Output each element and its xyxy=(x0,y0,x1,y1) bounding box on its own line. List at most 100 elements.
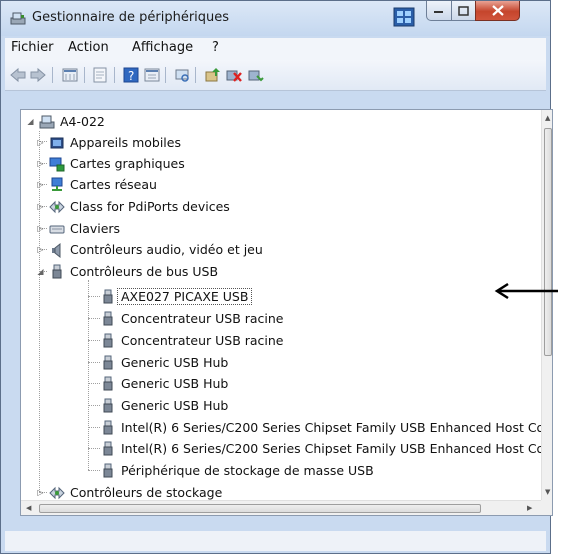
tree-item-label: Cartes graphiques xyxy=(70,156,185,171)
scroll-up-icon[interactable]: ▲ xyxy=(545,114,550,122)
tree-item-label: Contrôleurs de bus USB xyxy=(70,264,219,279)
tree-child-label: Generic USB Hub xyxy=(121,376,229,391)
collapsed-triangle-icon[interactable]: ▷ xyxy=(35,224,46,233)
tree-child-label: Concentrateur USB racine xyxy=(121,333,284,348)
expanded-triangle-icon[interactable]: ◢ xyxy=(35,267,46,276)
tree-child-intel-host[interactable]: Intel(R) 6 Series/C200 Series Chipset Fa… xyxy=(100,417,544,438)
tree-child-mass-storage[interactable]: Périphérique de stockage de masse USB xyxy=(100,460,374,481)
tree-item-appareils-mobiles[interactable]: ▷ Appareils mobiles xyxy=(35,132,181,153)
network-adapter-icon xyxy=(51,177,63,191)
tree-child-label: Generic USB Hub xyxy=(121,355,229,370)
collapsed-triangle-icon[interactable]: ▷ xyxy=(35,138,46,147)
collapsed-triangle-icon[interactable]: ▷ xyxy=(35,245,46,254)
close-button[interactable] xyxy=(475,1,520,21)
tree-item-cartes-graphiques[interactable]: ▷ Cartes graphiques xyxy=(35,153,185,174)
usb-device-icon xyxy=(103,333,113,347)
collapsed-triangle-icon[interactable]: ▷ xyxy=(35,202,46,211)
title-bar[interactable]: Gestionnaire de périphériques xyxy=(1,1,550,36)
uninstall-device-icon[interactable] xyxy=(247,66,265,84)
usb-device-icon xyxy=(103,355,113,369)
usb-device-icon xyxy=(103,398,113,412)
tree-child-intel-host[interactable]: Intel(R) 6 Series/C200 Series Chipset Fa… xyxy=(100,438,544,459)
back-arrow-icon[interactable] xyxy=(9,66,27,84)
tree-item-usb-controllers[interactable]: ◢ Contrôleurs de bus USB xyxy=(35,261,218,282)
tree-child-label: AXE027 PICAXE USB xyxy=(117,288,253,305)
usb-device-icon xyxy=(103,441,113,455)
storage-controller-icon xyxy=(49,486,65,499)
computer-icon xyxy=(39,115,55,128)
tree-child-generic-hub[interactable]: Generic USB Hub xyxy=(100,373,228,394)
forward-arrow-icon[interactable] xyxy=(29,66,47,84)
audio-icon xyxy=(52,242,61,258)
tree-item-label: Cartes réseau xyxy=(70,177,157,192)
tree-child-label: Concentrateur USB racine xyxy=(121,311,284,326)
usb-device-icon xyxy=(103,420,113,434)
tree-item-label: Claviers xyxy=(70,221,121,236)
pointer-arrow-icon xyxy=(494,282,558,300)
horizontal-scrollbar[interactable]: ◀ ▶ xyxy=(21,500,541,515)
scroll-right-icon[interactable]: ▶ xyxy=(527,504,532,512)
minimize-icon xyxy=(434,10,443,13)
update-driver-icon[interactable] xyxy=(204,66,222,84)
tree-root[interactable]: ◢ A4-022 xyxy=(25,111,105,132)
tree-item-pdiports[interactable]: ▷ Class for PdiPorts devices xyxy=(35,196,230,217)
usb-device-icon xyxy=(103,463,113,477)
tree-child-root-hub[interactable]: Concentrateur USB racine xyxy=(100,308,284,329)
tree-item-audio-video[interactable]: ▷ Contrôleurs audio, vidéo et jeu xyxy=(35,239,263,260)
menu-fichier[interactable]: Fichier xyxy=(11,40,54,55)
tree-child-label: Périphérique de stockage de masse USB xyxy=(121,463,374,478)
device-tree-pane[interactable]: ◢ A4-022 ▷ Appareils mobiles ▷ Cartes gr… xyxy=(20,109,553,516)
view-list-icon[interactable] xyxy=(143,66,161,84)
scroll-left-icon[interactable]: ◀ xyxy=(26,504,31,512)
tree-item-label: Contrôleurs de stockage xyxy=(70,485,223,500)
tree-item-label: Contrôleurs audio, vidéo et jeu xyxy=(70,242,263,257)
horizontal-scroll-thumb[interactable] xyxy=(39,504,481,513)
disable-device-icon[interactable] xyxy=(225,66,243,84)
svg-text:?: ? xyxy=(128,69,134,83)
tree-root-label: A4-022 xyxy=(60,114,105,129)
pdi-ports-icon xyxy=(49,200,65,213)
menu-action[interactable]: Action xyxy=(68,40,109,55)
expanded-triangle-icon[interactable]: ◢ xyxy=(25,117,36,126)
tree-item-claviers[interactable]: ▷ Claviers xyxy=(35,218,120,239)
collapsed-triangle-icon[interactable]: ▷ xyxy=(35,180,46,189)
menu-bar: Fichier Action Affichage ? xyxy=(5,38,546,60)
device-manager-window: Gestionnaire de périphériques Fichier Ac… xyxy=(0,0,553,554)
toolbar: ? xyxy=(5,60,546,91)
usb-device-icon xyxy=(103,311,113,325)
menu-affichage[interactable]: Affichage xyxy=(132,40,193,55)
menu-help[interactable]: ? xyxy=(212,40,219,55)
tree-child-root-hub[interactable]: Concentrateur USB racine xyxy=(100,330,284,351)
tree-child-axe027[interactable]: AXE027 PICAXE USB xyxy=(100,286,253,307)
tree-child-generic-hub[interactable]: Generic USB Hub xyxy=(100,352,228,373)
collapsed-triangle-icon[interactable]: ▷ xyxy=(35,488,46,497)
minimize-button[interactable] xyxy=(426,1,452,21)
maximize-button[interactable] xyxy=(451,1,476,21)
tree-child-label: Generic USB Hub xyxy=(121,398,229,413)
tree-item-cartes-reseau[interactable]: ▷ Cartes réseau xyxy=(35,174,157,195)
tree-item-label: Class for PdiPorts devices xyxy=(70,199,230,214)
maximize-icon xyxy=(458,5,469,16)
keyboard-icon xyxy=(49,225,65,233)
display-adapter-icon xyxy=(49,157,65,171)
tree-child-generic-hub[interactable]: Generic USB Hub xyxy=(100,395,228,416)
status-bar xyxy=(5,531,546,551)
tree-child-label: Intel(R) 6 Series/C200 Series Chipset Fa… xyxy=(121,420,545,435)
scroll-down-icon[interactable]: ▼ xyxy=(545,488,550,496)
vertical-scroll-thumb[interactable] xyxy=(544,128,552,356)
tree-child-label: Intel(R) 6 Series/C200 Series Chipset Fa… xyxy=(121,441,545,456)
usb-device-icon xyxy=(103,376,113,390)
help-icon[interactable]: ? xyxy=(122,66,140,84)
vertical-scrollbar[interactable]: ▲ ▼ xyxy=(541,110,552,500)
properties-grid-icon[interactable] xyxy=(61,66,79,84)
tree-item-label: Appareils mobiles xyxy=(70,135,181,150)
device-manager-icon xyxy=(10,12,26,25)
show-hidden-icon[interactable] xyxy=(91,66,109,84)
collapsed-triangle-icon[interactable]: ▷ xyxy=(35,159,46,168)
usb-icon xyxy=(52,264,62,278)
mobile-device-icon xyxy=(50,137,64,148)
scan-hardware-icon[interactable] xyxy=(173,66,191,84)
keyboard-layout-icon[interactable] xyxy=(393,7,415,27)
close-icon xyxy=(491,5,504,16)
scroll-corner xyxy=(541,500,552,515)
